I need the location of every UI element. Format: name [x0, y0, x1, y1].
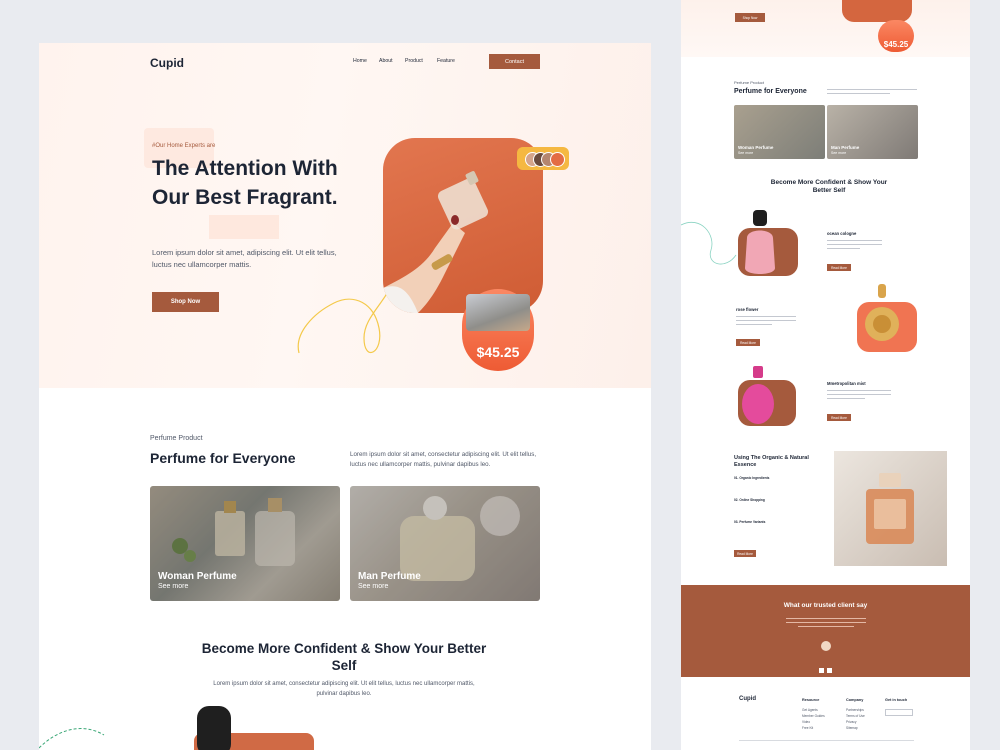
hero-title: The Attention With Our Best Fragrant.	[152, 157, 338, 209]
confident-title: Become More Confident & Show Your Better…	[201, 641, 487, 673]
organic-point: 01. Organic Ingredients	[734, 476, 770, 480]
pagination-prev-icon[interactable]	[819, 668, 824, 673]
organic-photo	[834, 451, 947, 566]
card-title: Man Perfume	[831, 145, 860, 150]
side-hero-image	[842, 0, 912, 22]
side-shop-button[interactable]: Shop Now	[735, 13, 765, 22]
man-perfume-card[interactable]: Man Perfume See more	[350, 486, 540, 601]
logo[interactable]: Cupid	[150, 56, 184, 70]
perfume-bottle-photo	[866, 473, 914, 544]
perfume-bottle-icon	[865, 284, 899, 341]
main-page: Cupid Home About Product Feature Contact…	[39, 43, 651, 750]
side-preview: Shop Now $45.25 Perfume Product Perfume …	[681, 0, 970, 750]
product-desc-lines	[736, 316, 796, 325]
footer-link[interactable]: Member Guides	[802, 714, 825, 718]
section-description: Lorem ipsum dolor sit amet, consectetur …	[350, 451, 537, 468]
testimonial-section	[681, 585, 970, 677]
product-desc-lines	[827, 390, 891, 399]
nav-product[interactable]: Product	[405, 58, 423, 64]
product-desc-lines	[827, 240, 882, 249]
footer-link[interactable]: Get Agents	[802, 708, 818, 712]
organic-point: 02. Online Shopping	[734, 498, 765, 502]
section-title: Perfume for Everyone	[150, 450, 296, 466]
side-price-badge: $45.25	[878, 20, 914, 52]
side-title: Perfume for Everyone	[734, 88, 807, 95]
nav-feature[interactable]: Feature	[437, 58, 455, 64]
footer-divider	[739, 740, 914, 741]
nav-home[interactable]: Home	[353, 58, 367, 64]
hero-tag: #Our Home Experts are	[152, 143, 216, 149]
perfume-bottle-icon	[745, 210, 775, 274]
perfume-bottle-cap	[197, 706, 231, 750]
footer-link[interactable]: Terms of Use	[846, 714, 865, 718]
contact-button[interactable]: Contact	[489, 54, 540, 69]
more-avatars-icon	[550, 152, 565, 167]
shop-now-button[interactable]: Shop Now	[152, 292, 219, 312]
side-desc-lines	[827, 88, 917, 94]
organic-title: Using The Organic & Natural Essence	[734, 455, 809, 468]
read-more-button[interactable]: Read More	[827, 264, 851, 271]
avatar	[821, 641, 831, 651]
see-more-link[interactable]: See more	[158, 583, 188, 590]
see-more-link[interactable]: See more	[738, 151, 753, 155]
side-kicker: Perfume Product	[734, 80, 765, 85]
footer-heading: Resource	[802, 698, 820, 702]
read-more-button[interactable]: Read More	[736, 339, 760, 346]
footer-link[interactable]: Free Kit	[802, 726, 813, 730]
title-highlight	[209, 215, 279, 239]
footer-heading: Get in touch	[885, 698, 908, 702]
hero-subtitle: Lorem ipsum dolor sit amet, adipiscing e…	[152, 248, 337, 269]
side-hero-strip	[681, 0, 970, 57]
footer-link[interactable]: Partnerships	[846, 708, 864, 712]
decorative-curve	[681, 222, 737, 265]
footer-link[interactable]: Sitemap	[846, 726, 858, 730]
section-kicker: Perfume Product	[150, 435, 203, 442]
card-title: Woman Perfume	[738, 145, 774, 150]
footer-heading: Company	[846, 698, 864, 702]
pagination-next-icon[interactable]	[827, 668, 832, 673]
woman-perfume-card[interactable]: Woman Perfume See more	[150, 486, 340, 601]
footer-link[interactable]: Video	[802, 720, 810, 724]
side-man-card[interactable]: Man Perfume See more	[827, 105, 918, 159]
nav-about[interactable]: About	[379, 58, 393, 64]
card-title: Man Perfume	[358, 571, 421, 582]
see-more-link[interactable]: See more	[358, 583, 388, 590]
product-photo	[466, 294, 530, 331]
confident-description: Lorem ipsum dolor sit amet, consectetur …	[213, 681, 475, 697]
perfume-bottle-icon	[742, 366, 774, 424]
footer-logo[interactable]: Cupid	[739, 696, 756, 702]
side-confident-title: Become More Confident & Show Your Better…	[770, 179, 888, 194]
testimonial-quote-lines	[786, 618, 866, 627]
avatar-group	[517, 147, 569, 170]
footer-link[interactable]: Privacy	[846, 720, 856, 724]
product-name: rose flower	[736, 307, 759, 312]
product-name: ocean cologne	[827, 231, 857, 236]
side-woman-card[interactable]: Woman Perfume See more	[734, 105, 825, 159]
see-more-link[interactable]: See more	[831, 151, 846, 155]
organic-point: 03. Perfume Variants	[734, 520, 766, 524]
decorative-dashed-curve	[39, 728, 105, 749]
read-more-button[interactable]: Read More	[827, 414, 851, 421]
price-label: $45.25	[476, 344, 520, 360]
testimonial-title: What our trusted client say	[783, 602, 868, 609]
read-more-button[interactable]: Read More	[734, 550, 756, 557]
product-name: Mmetropolitan mist	[827, 381, 866, 386]
newsletter-input[interactable]	[885, 709, 913, 716]
card-title: Woman Perfume	[158, 571, 237, 582]
